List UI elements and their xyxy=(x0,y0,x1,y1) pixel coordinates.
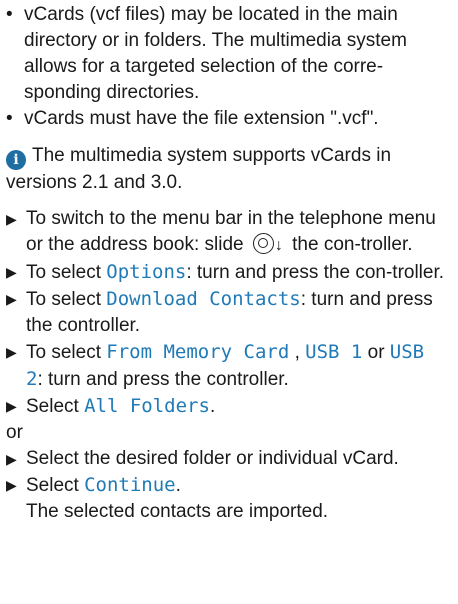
menu-item-usb-1: USB 1 xyxy=(305,341,363,363)
step-result-text: The selected contacts are imported. xyxy=(26,501,329,522)
info-circle-icon: i xyxy=(6,150,26,170)
step-item: ▶ To select Options: turn and press the … xyxy=(6,259,452,286)
step-text: Select xyxy=(26,396,85,417)
menu-item-from-memory-card: From Memory Card xyxy=(106,341,290,363)
bullet-item: • vCards must have the file extension ".… xyxy=(6,106,452,132)
step-item: ▶ To select From Memory Card , USB 1 or … xyxy=(6,339,452,393)
step-text: Select xyxy=(26,475,85,496)
step-arrow-icon: ▶ xyxy=(6,398,17,414)
step-item: ▶ Select Continue. The selected contacts … xyxy=(6,472,452,525)
menu-item-continue: Continue xyxy=(84,474,176,496)
step-text: To select xyxy=(26,289,107,310)
or-separator: or xyxy=(6,420,452,446)
info-note-text: The multimedia system supports vCards in… xyxy=(6,145,392,193)
step-text: : turn and press the con-troller. xyxy=(186,262,445,283)
menu-item-options: Options xyxy=(106,261,187,283)
step-arrow-icon: ▶ xyxy=(6,211,17,227)
step-text: . xyxy=(209,396,216,417)
or-text: or xyxy=(6,422,23,443)
bullet-text: vCards must have the file extension ".vc… xyxy=(24,108,379,129)
step-text: To select xyxy=(26,262,107,283)
step-text: . xyxy=(175,475,181,496)
step-text: To select xyxy=(26,342,107,363)
step-item: ▶ Select All Folders. xyxy=(6,393,452,420)
menu-item-all-folders: All Folders xyxy=(84,395,210,417)
bullet-marker: • xyxy=(6,4,13,25)
step-item: ▶ To select Download Contacts: turn and … xyxy=(6,286,452,339)
step-text: : turn and press the controller. xyxy=(37,369,289,390)
slide-down-arrow-icon: ↓ xyxy=(274,237,283,254)
step-arrow-icon: ▶ xyxy=(6,264,17,280)
menu-item-download-contacts: Download Contacts xyxy=(106,288,301,310)
step-item: ▶ Select the desired folder or individua… xyxy=(6,446,452,472)
step-text: the con-troller. xyxy=(286,234,413,255)
bullet-marker: • xyxy=(6,108,13,129)
step-text: , xyxy=(289,342,306,363)
bullet-text: vCards (vcf files) may be located in the… xyxy=(24,4,407,103)
step-arrow-icon: ▶ xyxy=(6,291,17,307)
manual-page: • vCards (vcf files) may be located in t… xyxy=(0,0,458,604)
bullet-item: • vCards (vcf files) may be located in t… xyxy=(6,2,452,106)
controller-icon xyxy=(252,233,274,254)
step-item: ▶ To switch to the menu bar in the telep… xyxy=(6,206,452,259)
step-text: or xyxy=(362,342,390,363)
step-arrow-icon: ▶ xyxy=(6,344,17,360)
step-text: Select the desired folder or individual … xyxy=(26,448,399,469)
info-note: i The multimedia system supports vCards i… xyxy=(6,143,452,196)
step-arrow-icon: ▶ xyxy=(6,451,17,467)
step-arrow-icon: ▶ xyxy=(6,477,17,493)
